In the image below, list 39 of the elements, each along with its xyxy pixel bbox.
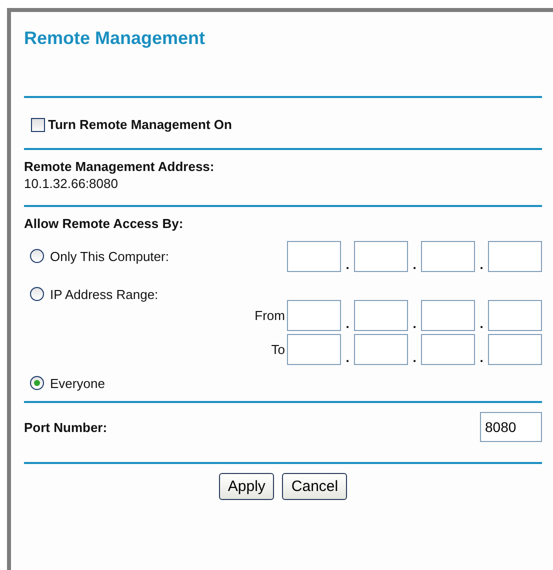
ip-octet-field[interactable] <box>421 241 475 272</box>
dot-separator: . <box>412 257 418 272</box>
ip-octet-field[interactable] <box>488 334 542 365</box>
radio-button[interactable] <box>30 249 44 263</box>
radio-label: IP Address Range: <box>50 286 158 302</box>
dot-separator: . <box>344 350 350 365</box>
ip-octet-field[interactable] <box>421 300 475 331</box>
ip-octet-field[interactable] <box>488 241 542 272</box>
form-button[interactable]: Cancel <box>282 473 348 500</box>
ip-octet-field[interactable] <box>287 334 341 365</box>
radio-button[interactable] <box>30 287 44 301</box>
radio-label: Everyone <box>50 376 105 390</box>
radio-button[interactable] <box>30 376 44 390</box>
checkbox[interactable] <box>31 118 45 132</box>
ip-octet-field[interactable] <box>421 334 475 365</box>
dot-separator: . <box>344 316 350 331</box>
range-label: To <box>271 342 285 357</box>
checkbox-label: Turn Remote Management On <box>48 117 232 132</box>
access-label: Allow Remote Access By: <box>24 216 184 231</box>
address-label: Remote Management Address: <box>24 159 216 174</box>
address-value: 10.1.32.66:8080 <box>24 176 119 191</box>
port-label: Port Number: <box>24 420 108 434</box>
ip-octet-field[interactable] <box>354 241 408 272</box>
page-title: Remote Management <box>24 27 206 50</box>
dot-separator: . <box>478 316 484 331</box>
port-field[interactable]: 8080 <box>480 412 542 442</box>
ip-octet-field[interactable] <box>287 300 341 331</box>
dot-separator: . <box>478 257 484 272</box>
dot-separator: . <box>344 257 350 272</box>
ip-octet-field[interactable] <box>354 300 408 331</box>
dot-separator: . <box>478 350 484 365</box>
dot-separator: . <box>412 316 418 331</box>
radio-label: Only This Computer: <box>50 248 169 264</box>
range-label: From <box>254 308 285 323</box>
ip-octet-field[interactable] <box>354 334 408 365</box>
ip-octet-field[interactable] <box>287 241 341 272</box>
ip-octet-field[interactable] <box>488 300 542 331</box>
dot-separator: . <box>412 350 418 365</box>
form-button[interactable]: Apply <box>218 473 274 500</box>
